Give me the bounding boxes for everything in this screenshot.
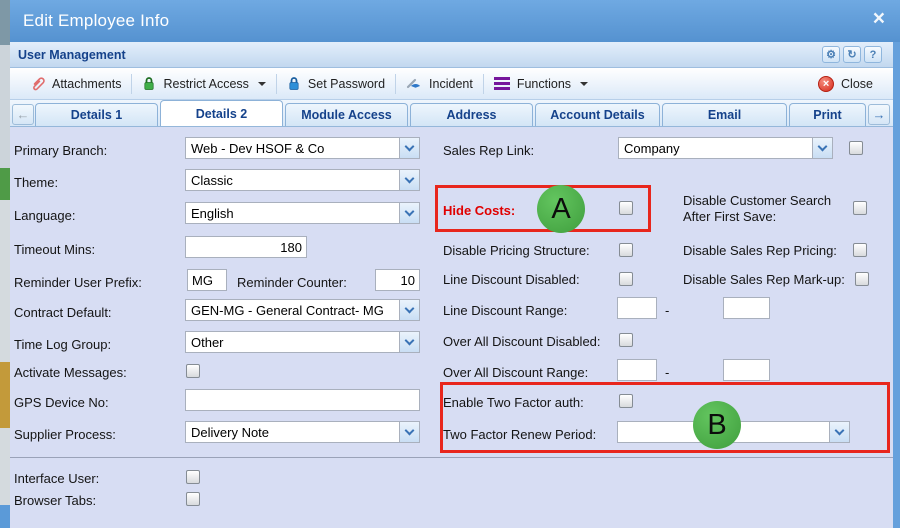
reminder-user-prefix-label: Reminder User Prefix:	[14, 275, 142, 291]
dialog-body: User Management ⚙ ↻ ? Attachments Restri…	[10, 42, 900, 528]
supplier-process-label: Supplier Process:	[14, 427, 116, 443]
line-discount-range-label: Line Discount Range:	[443, 303, 567, 319]
timeout-mins-label: Timeout Mins:	[14, 242, 95, 258]
chevron-down-icon	[580, 82, 588, 86]
tab-details-2[interactable]: Details 2	[160, 100, 283, 126]
incident-icon	[406, 77, 422, 90]
functions-button[interactable]: Functions	[484, 72, 598, 96]
interface-user-checkbox[interactable]	[186, 470, 200, 484]
tab-print[interactable]: Print	[789, 103, 866, 126]
dialog-titlebar: Edit Employee Info ×	[10, 0, 900, 42]
line-discount-range-from-input[interactable]	[617, 297, 657, 319]
tab-address[interactable]: Address	[410, 103, 533, 126]
line-discount-disabled-label: Line Discount Disabled:	[443, 272, 580, 288]
line-discount-disabled-checkbox[interactable]	[619, 272, 633, 286]
language-select[interactable]: English	[185, 202, 420, 224]
tab-scroll-right-icon[interactable]: →	[868, 104, 890, 125]
panel-title: User Management	[10, 48, 126, 62]
sales-rep-link-select[interactable]: Company	[618, 137, 833, 159]
contract-default-label: Contract Default:	[14, 305, 112, 321]
chevron-down-icon[interactable]	[399, 203, 419, 223]
annotation-circle-b: B	[693, 401, 741, 449]
contract-default-select[interactable]: GEN-MG - General Contract- MG	[185, 299, 420, 321]
chevron-down-icon[interactable]	[399, 422, 419, 442]
interface-user-label: Interface User:	[14, 471, 99, 487]
over-all-discount-range-label: Over All Discount Range:	[443, 365, 588, 381]
set-password-button[interactable]: Set Password	[277, 72, 395, 96]
sales-rep-link-checkbox[interactable]	[849, 141, 863, 155]
theme-select[interactable]: Classic	[185, 169, 420, 191]
edit-employee-dialog: Edit Employee Info × User Management ⚙ ↻…	[10, 0, 900, 528]
chevron-down-icon[interactable]	[812, 138, 832, 158]
panel-tools: ⚙ ↻ ?	[822, 46, 893, 63]
attachments-button[interactable]: Attachments	[20, 72, 131, 96]
disable-customer-search-checkbox[interactable]	[853, 201, 867, 215]
reminder-user-prefix-input[interactable]	[187, 269, 227, 291]
green-lock-icon	[142, 76, 156, 91]
browser-tabs-label: Browser Tabs:	[14, 493, 96, 509]
close-button[interactable]: × Close	[808, 72, 883, 96]
over-all-discount-range-from-input[interactable]	[617, 359, 657, 381]
gear-icon[interactable]: ⚙	[822, 46, 840, 63]
chevron-down-icon[interactable]	[399, 138, 419, 158]
functions-menu-icon	[494, 77, 510, 80]
annotation-box-b	[440, 382, 890, 453]
reminder-counter-input[interactable]	[375, 269, 420, 291]
form-area: Primary Branch: Web - Dev HSOF & Co Them…	[10, 127, 893, 528]
over-all-discount-disabled-checkbox[interactable]	[619, 333, 633, 347]
chevron-down-icon[interactable]	[399, 170, 419, 190]
over-all-discount-disabled-label: Over All Discount Disabled:	[443, 334, 601, 350]
sales-rep-link-label: Sales Rep Link:	[443, 143, 534, 159]
theme-label: Theme:	[14, 175, 58, 191]
language-label: Language:	[14, 208, 75, 224]
section-divider	[10, 457, 893, 458]
disable-sales-rep-pricing-checkbox[interactable]	[853, 243, 867, 257]
gps-device-no-label: GPS Device No:	[14, 395, 109, 411]
supplier-process-select[interactable]: Delivery Note	[185, 421, 420, 443]
close-circle-icon: ×	[818, 76, 834, 92]
tab-scroll-left-icon[interactable]: ←	[12, 104, 34, 125]
time-log-group-label: Time Log Group:	[14, 337, 111, 353]
tab-email[interactable]: Email	[662, 103, 787, 126]
refresh-icon[interactable]: ↻	[843, 46, 861, 63]
tab-module-access[interactable]: Module Access	[285, 103, 408, 126]
dialog-title: Edit Employee Info	[10, 11, 169, 31]
line-discount-range-to-input[interactable]	[723, 297, 770, 319]
disable-sales-rep-pricing-label: Disable Sales Rep Pricing:	[683, 243, 837, 259]
tab-details-1[interactable]: Details 1	[35, 103, 158, 126]
time-log-group-select[interactable]: Other	[185, 331, 420, 353]
help-icon[interactable]: ?	[864, 46, 882, 63]
primary-branch-select[interactable]: Web - Dev HSOF & Co	[185, 137, 420, 159]
disable-pricing-structure-label: Disable Pricing Structure:	[443, 243, 590, 259]
disable-sales-rep-markup-label: Disable Sales Rep Mark-up:	[683, 272, 845, 288]
disable-pricing-structure-checkbox[interactable]	[619, 243, 633, 257]
paperclip-icon	[30, 76, 45, 92]
chevron-down-icon[interactable]	[399, 300, 419, 320]
range-dash: -	[665, 365, 669, 381]
reminder-counter-label: Reminder Counter:	[237, 275, 347, 291]
blue-lock-icon	[287, 76, 301, 91]
timeout-mins-input[interactable]	[185, 236, 307, 258]
toolbar: Attachments Restrict Access Set Password	[10, 68, 893, 100]
tab-account-details[interactable]: Account Details	[535, 103, 660, 126]
panel-header: User Management ⚙ ↻ ?	[10, 42, 893, 68]
tab-bar: ← Details 1 Details 2 Module Access Addr…	[10, 100, 893, 127]
chevron-down-icon	[258, 82, 266, 86]
disable-customer-search-label: Disable Customer Search After First Save…	[683, 193, 845, 225]
primary-branch-label: Primary Branch:	[14, 143, 107, 159]
restrict-access-button[interactable]: Restrict Access	[132, 72, 275, 96]
incident-button[interactable]: Incident	[396, 72, 483, 96]
chevron-down-icon[interactable]	[399, 332, 419, 352]
range-dash: -	[665, 303, 669, 319]
gps-device-no-input[interactable]	[185, 389, 420, 411]
activate-messages-checkbox[interactable]	[186, 364, 200, 378]
activate-messages-label: Activate Messages:	[14, 365, 127, 381]
over-all-discount-range-to-input[interactable]	[723, 359, 770, 381]
close-icon[interactable]: ×	[873, 7, 885, 31]
annotation-circle-a: A	[537, 185, 585, 233]
disable-sales-rep-markup-checkbox[interactable]	[855, 272, 869, 286]
browser-tabs-checkbox[interactable]	[186, 492, 200, 506]
